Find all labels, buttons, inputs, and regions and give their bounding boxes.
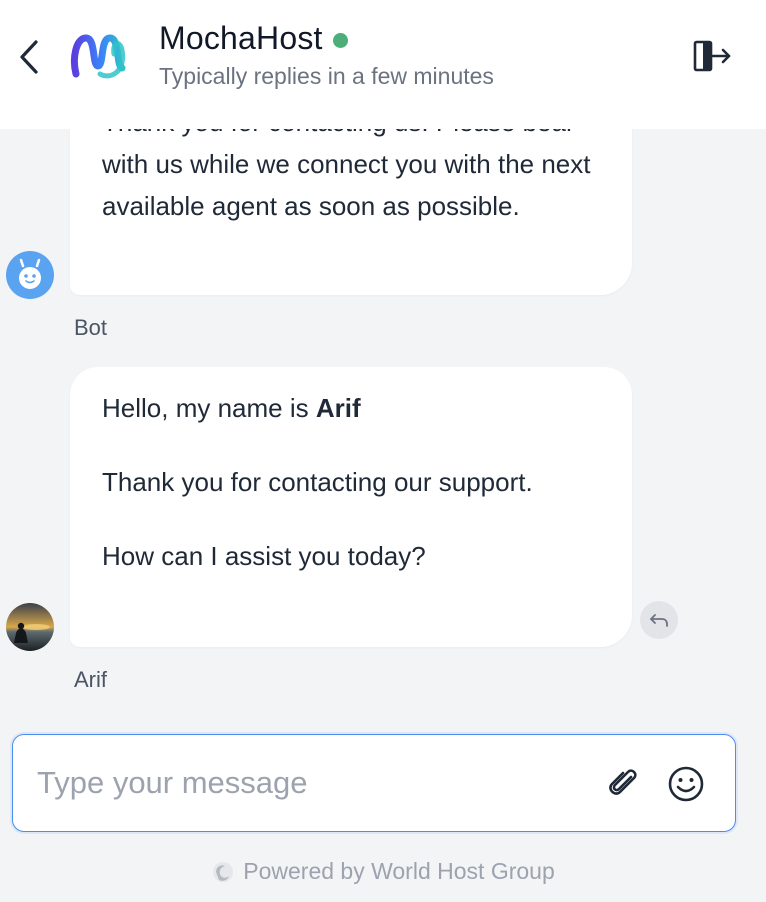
emoji-button[interactable] — [667, 765, 705, 803]
paperclip-icon — [609, 769, 637, 795]
message-input[interactable] — [37, 761, 577, 805]
message-composer — [12, 734, 736, 832]
back-button[interactable] — [14, 36, 46, 78]
chevron-left-icon — [20, 40, 38, 74]
world-host-group-icon — [213, 861, 234, 882]
reply-arrow-icon — [650, 614, 668, 627]
powered-by-text[interactable]: Powered by World Host Group — [243, 858, 555, 885]
smiley-icon — [668, 766, 704, 802]
agent-message-line: Thank you for contacting our support. — [102, 467, 533, 497]
agent-photo — [6, 603, 54, 651]
agent-greeting-prefix: Hello, my name is — [102, 393, 316, 423]
reply-button[interactable] — [640, 601, 678, 639]
message-list[interactable]: Thank you for contacting us. Please bear… — [0, 129, 766, 709]
bot-sender-label: Bot — [74, 315, 108, 340]
agent-sender-label: Arif — [74, 667, 107, 692]
chat-header: MochaHost Typically replies in a few min… — [0, 0, 766, 129]
powered-by-footer: Powered by World Host Group — [0, 858, 766, 890]
exit-door-icon — [693, 40, 731, 72]
agent-message-line: How can I assist you today? — [102, 541, 426, 571]
bot-message-bubble: Thank you for contacting us. Please bear… — [70, 129, 632, 295]
agent-avatar — [6, 603, 54, 651]
agent-greeting: Hello, my name is Arif — [102, 387, 602, 429]
online-status-dot — [332, 33, 348, 48]
chat-subtitle: Typically replies in a few minutes — [159, 63, 494, 89]
mochahost-logo — [70, 34, 126, 79]
agent-message-bubble: Hello, my name is Arif Thank you for con… — [70, 367, 632, 647]
bot-avatar — [6, 251, 54, 299]
bot-face-icon — [19, 258, 41, 289]
chat-title: MochaHost — [159, 20, 323, 56]
attach-file-button[interactable] — [603, 763, 643, 803]
agent-greeting-name: Arif — [315, 393, 361, 423]
bot-message-text: Thank you for contacting us. Please bear… — [102, 129, 591, 221]
exit-chat-button[interactable] — [690, 37, 734, 75]
